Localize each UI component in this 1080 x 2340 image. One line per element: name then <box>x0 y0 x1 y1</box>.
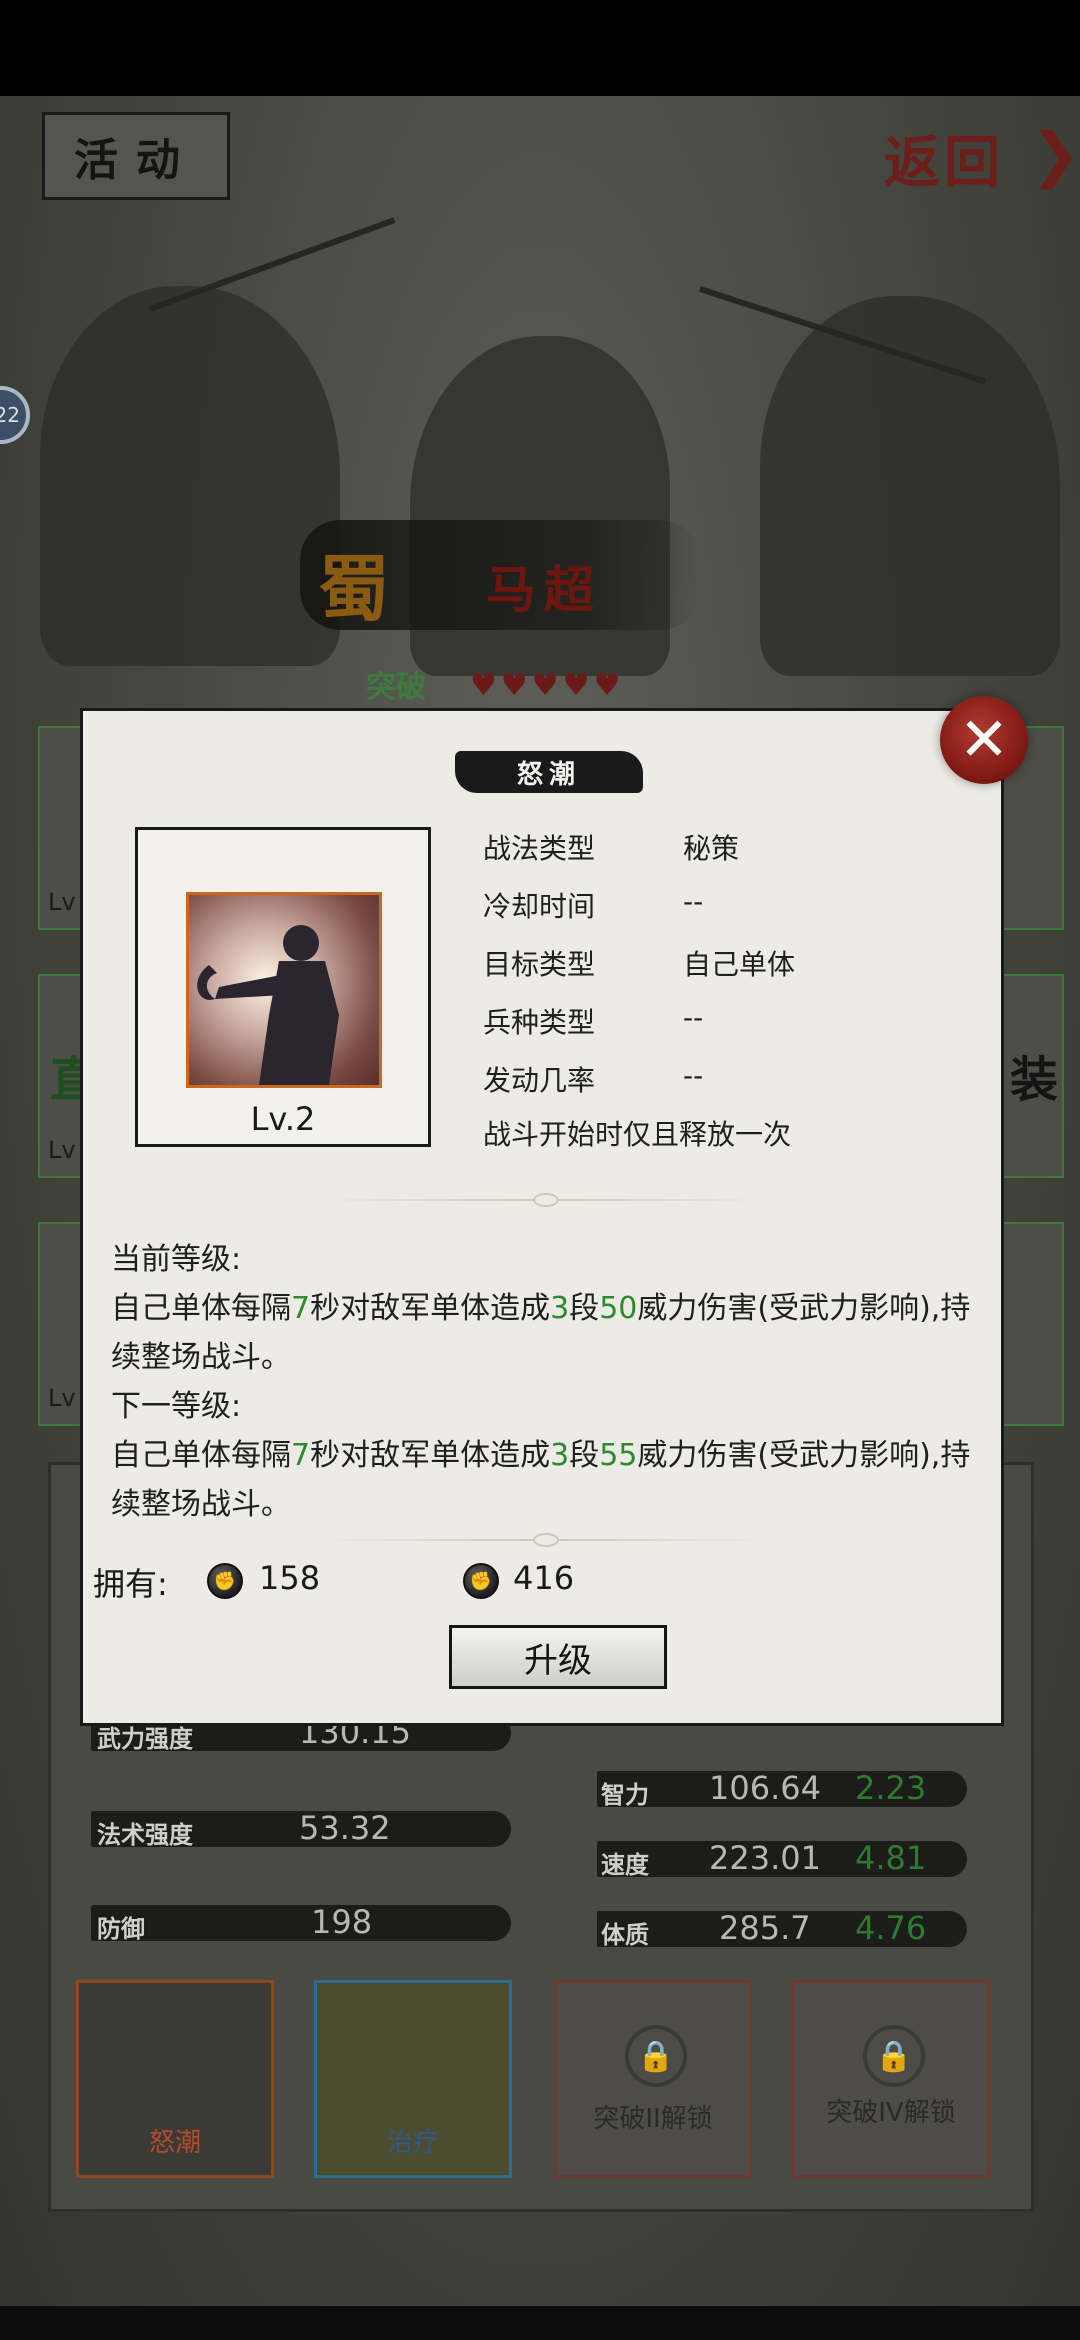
info-value: -- <box>683 885 704 918</box>
skill-slot-label: 怒潮 <box>148 2128 201 2158</box>
skill-title: 怒潮 <box>455 751 643 793</box>
info-label: 兵种类型 <box>483 1006 596 1039</box>
required-count: 416 <box>513 1559 575 1597</box>
fist-token-icon: ✊ <box>463 1563 499 1599</box>
skill-slot-3[interactable]: 🔒 突破II解锁 <box>554 1980 752 2178</box>
stat-bonus: 4.76 <box>855 1909 927 1947</box>
info-value: 自己单体 <box>683 948 796 981</box>
stat-label: 速度 <box>601 1851 649 1879</box>
fist-token-icon: ✊ <box>207 1563 243 1599</box>
skill-slot-4[interactable]: 🔒 突破IV解锁 <box>792 1980 990 2178</box>
stat-bonus: 4.81 <box>855 1839 927 1877</box>
info-label: 战法类型 <box>483 832 596 865</box>
info-label: 冷却时间 <box>483 890 596 923</box>
stat-value: 106.64 <box>709 1769 821 1807</box>
skill-slot-label: 治疗 <box>386 2128 439 2158</box>
skill-slot-label: 突破IV解锁 <box>826 2098 956 2128</box>
stat-label: 智力 <box>601 1781 649 1809</box>
skill-level: Lv.2 <box>250 1100 316 1138</box>
side-lv-label: Lv <box>48 888 76 916</box>
next-level-desc: 自己单体每隔7秒对敌军单体造成3段55威力伤害(受武力影响),持续整场战斗。 <box>111 1438 971 1522</box>
status-bar <box>0 0 1080 96</box>
owned-label: 拥有: <box>93 1565 168 1603</box>
close-icon[interactable]: ✕ <box>940 696 1028 784</box>
lock-icon: 🔒 <box>863 2025 925 2087</box>
skill-description: 当前等级: 自己单体每隔7秒对敌军单体造成3段50威力伤害(受武力影响),持续整… <box>111 1235 991 1529</box>
breakthrough-stars: ♥♥♥♥♥ <box>470 668 625 703</box>
return-button[interactable]: 返回 <box>884 118 1004 199</box>
owned-count: 158 <box>259 1559 321 1597</box>
skill-detail-dialog: 怒潮 Lv.2 战法类型 秘策 冷却时间 -- 目标类型 自己单体 兵种类型 -… <box>80 708 1004 1726</box>
info-label: 发动几率 <box>483 1064 596 1097</box>
stat-label: 体质 <box>601 1921 649 1949</box>
equipment-char: 装 <box>1010 1052 1059 1108</box>
next-level-label: 下一等级: <box>111 1389 242 1424</box>
divider-ornament <box>533 1193 559 1207</box>
skill-slot-2[interactable]: 治疗 <box>314 1980 512 2178</box>
info-value: 秘策 <box>683 832 740 865</box>
warrior-silhouette-icon <box>197 925 339 1085</box>
stat-label: 防御 <box>97 1915 145 1943</box>
rider-silhouette-left <box>40 286 340 666</box>
stat-value: 53.32 <box>299 1809 391 1847</box>
return-arrow-icon[interactable]: ❯ <box>1030 120 1080 190</box>
skill-slot-label: 突破II解锁 <box>593 2104 713 2134</box>
battle-note: 战斗开始时仅且释放一次 <box>483 1118 792 1151</box>
stat-value: 198 <box>311 1903 373 1941</box>
side-lv-label: Lv <box>48 1384 76 1412</box>
info-value: -- <box>683 1001 704 1034</box>
side-lv-label: Lv <box>48 1136 76 1164</box>
current-level-desc: 自己单体每隔7秒对敌军单体造成3段50威力伤害(受武力影响),持续整场战斗。 <box>111 1291 971 1375</box>
info-value: -- <box>683 1059 704 1092</box>
rider-silhouette-right <box>760 296 1060 676</box>
divider-ornament <box>533 1533 559 1547</box>
navigation-bar <box>0 2306 1080 2340</box>
info-label: 目标类型 <box>483 948 596 981</box>
stat-bar <box>91 1905 511 1941</box>
skill-icon <box>186 892 382 1088</box>
faction-label: 蜀 <box>318 547 391 631</box>
skill-icon-frame: Lv.2 <box>135 827 431 1147</box>
skill-slot-1[interactable]: 怒潮 <box>76 1980 274 2178</box>
hero-name: 马超 <box>486 561 602 619</box>
stat-label: 法术强度 <box>97 1821 193 1849</box>
upgrade-button[interactable]: 升级 <box>449 1625 667 1689</box>
stat-bonus: 2.23 <box>855 1769 927 1807</box>
spear-decoration <box>148 217 396 312</box>
activity-button[interactable]: 活动 <box>42 112 230 200</box>
current-level-label: 当前等级: <box>111 1242 242 1277</box>
stat-value: 223.01 <box>709 1839 821 1877</box>
lock-icon: 🔒 <box>625 2025 687 2087</box>
stat-value: 285.7 <box>719 1909 811 1947</box>
breakthrough-label: 突破 <box>366 670 426 705</box>
